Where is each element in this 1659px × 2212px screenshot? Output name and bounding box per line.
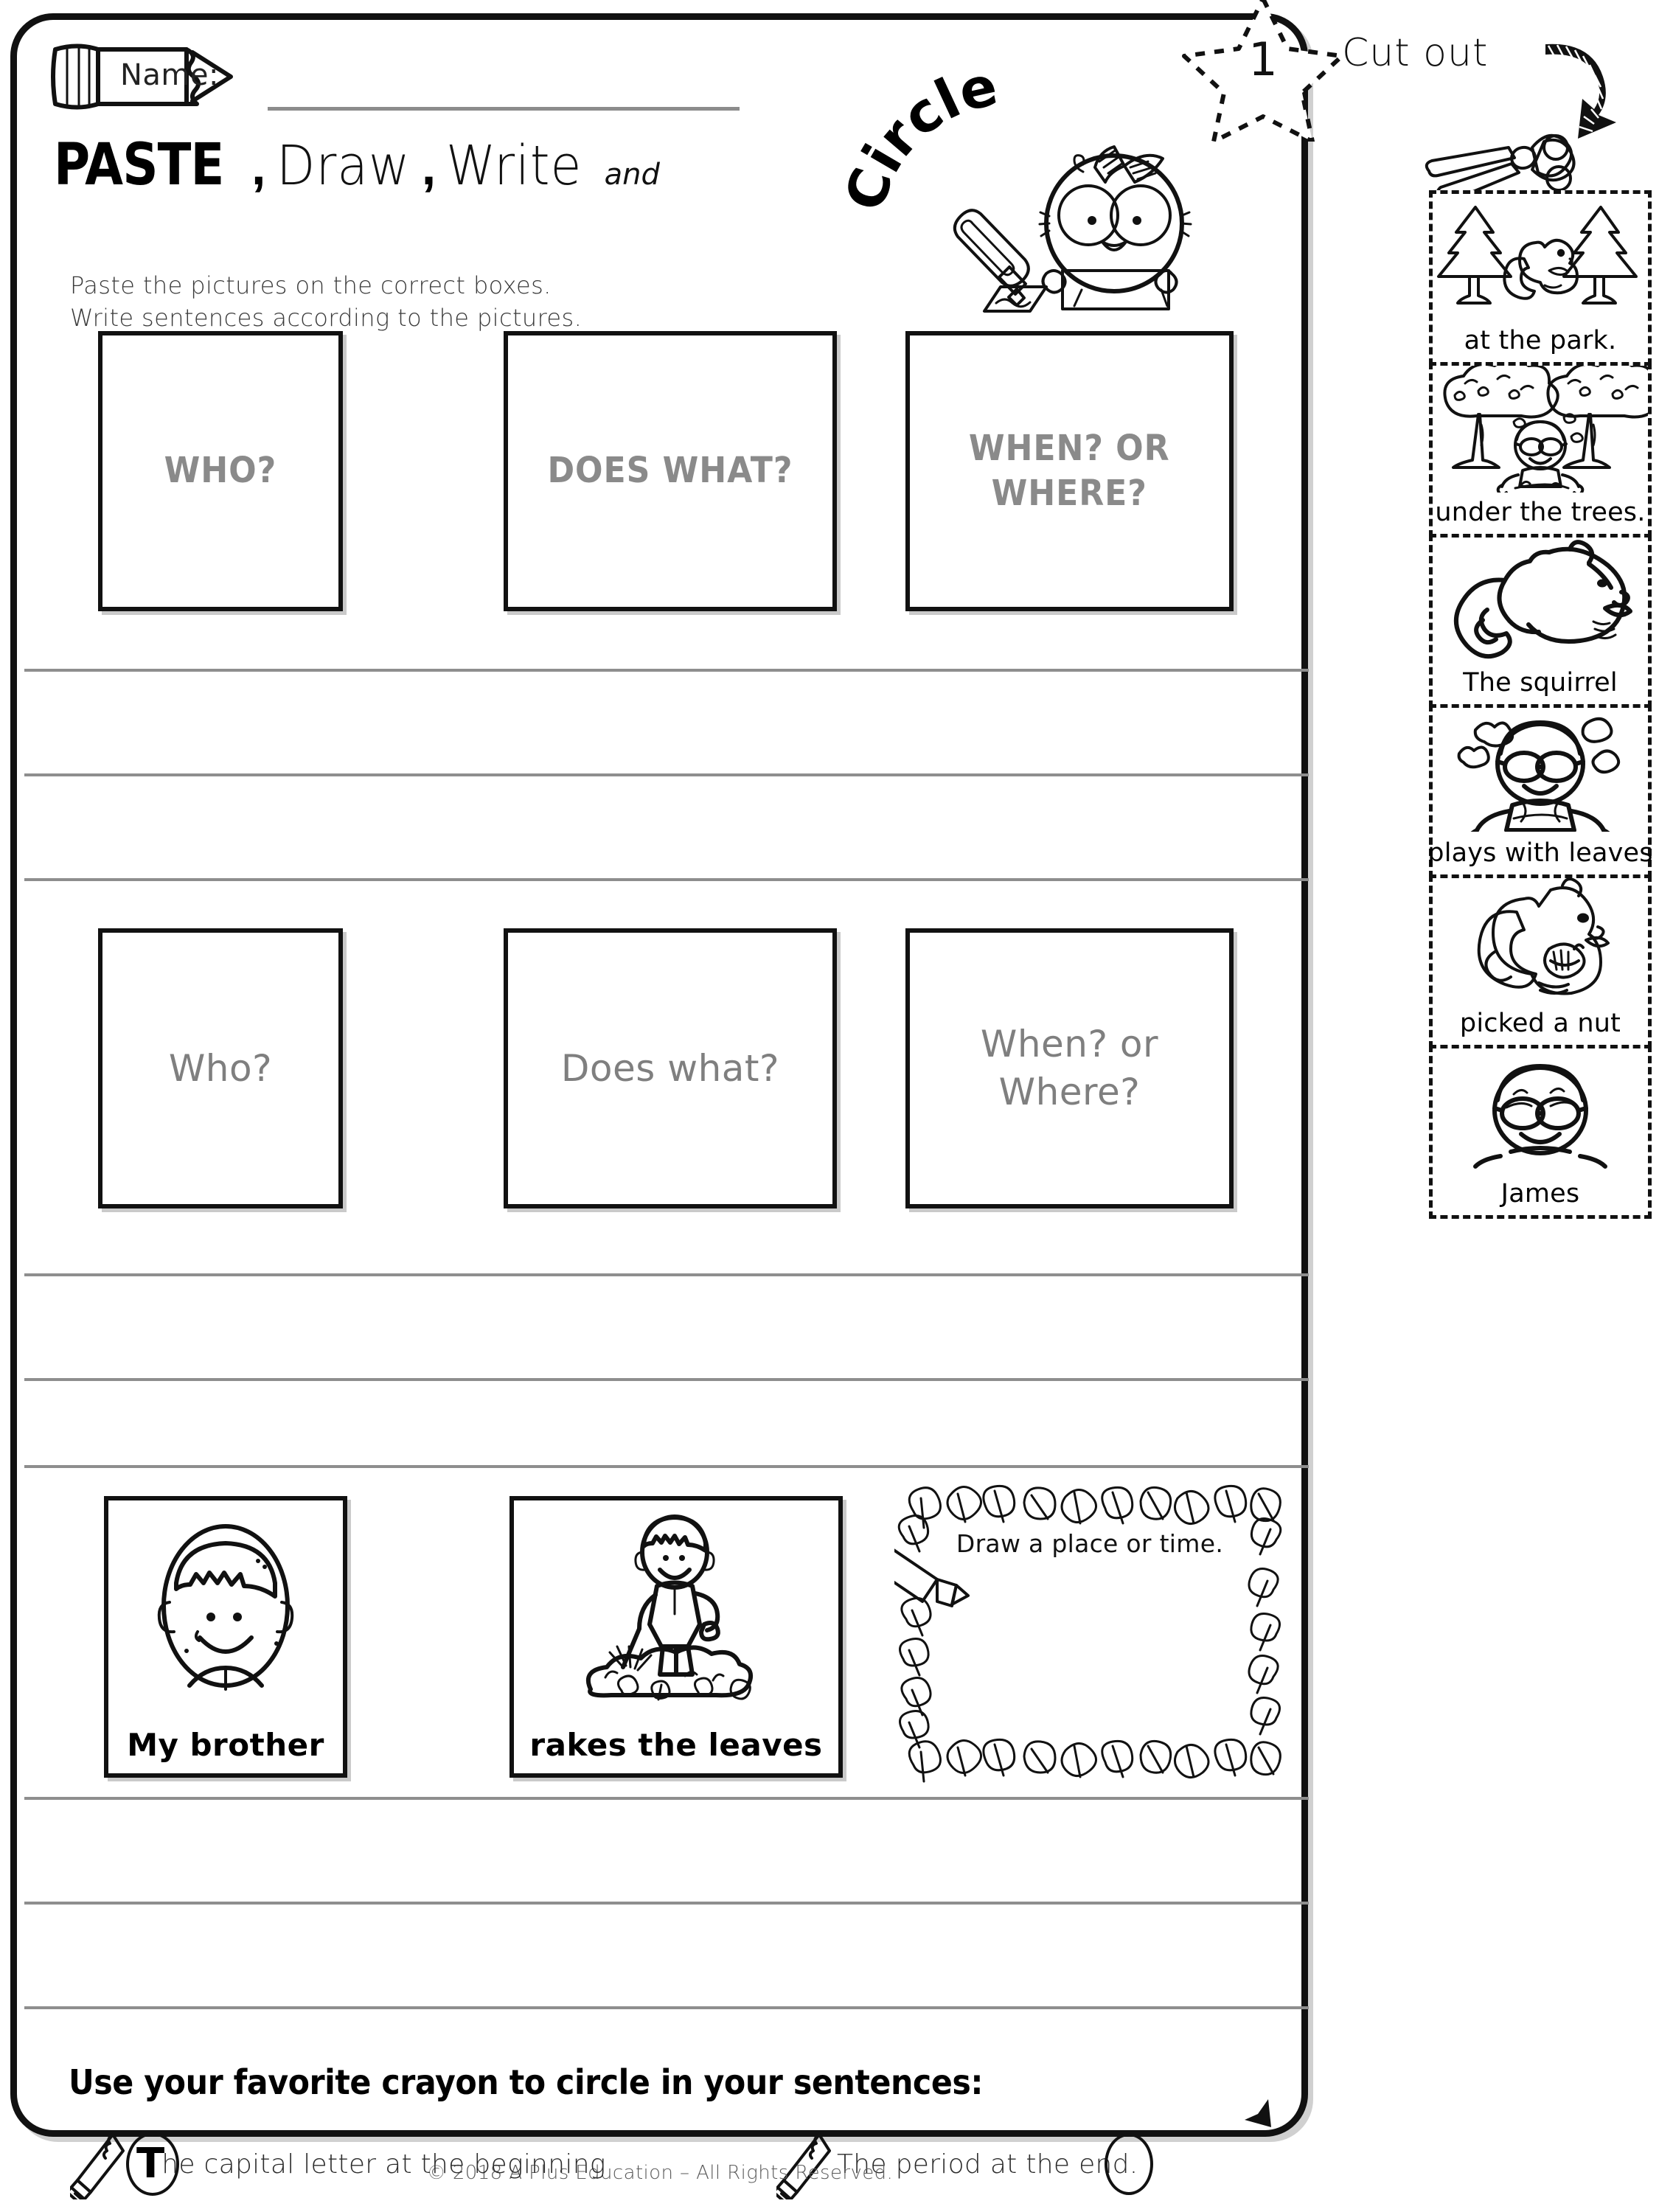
cut-out-sidebar: Cut out at the park. under the trees. Th… (1320, 0, 1659, 2212)
circled-capital-letter: T (136, 2140, 165, 2188)
prompt-label: When? or Where? (980, 1023, 1159, 1113)
cut-card-the-squirrel[interactable]: The squirrel (1429, 534, 1652, 708)
prompt-label: WHEN? OR WHERE? (969, 427, 1170, 514)
cut-card-caption: James (1500, 1179, 1580, 1208)
cut-card-caption: under the trees. (1435, 498, 1646, 527)
write-line (24, 773, 1309, 776)
cut-card-caption: plays with leaves (1427, 838, 1653, 868)
prompt-box-who-mixed[interactable]: Who? (98, 928, 343, 1208)
prompt-box-whenwhere-upper[interactable]: WHEN? OR WHERE? (905, 331, 1234, 611)
page-title: PASTE , Draw , Write and (54, 132, 660, 198)
boy-face-illustration (108, 1506, 343, 1713)
prompt-box-whenwhere-mixed[interactable]: When? or Where? (905, 928, 1234, 1208)
write-line (24, 878, 1309, 881)
cut-card-james[interactable]: James (1429, 1045, 1652, 1219)
name-label: Name: (120, 58, 219, 92)
example-caption: My brother (127, 1727, 324, 1763)
cut-out-label: Cut out (1342, 31, 1489, 75)
worksheet-main-card: Name: PASTE , Draw , Write and Circle Pa… (10, 13, 1309, 2199)
cut-card-caption: The squirrel (1463, 668, 1618, 698)
write-line (24, 1902, 1309, 1905)
owl-icon (1038, 145, 1192, 310)
example-box-subject[interactable]: My brother (104, 1496, 347, 1778)
draw-box-label: Draw a place or time. (956, 1529, 1224, 1558)
squirrel-with-nut-illustration (1433, 878, 1648, 1009)
instruction-line-1: Paste the pictures on the correct boxes. (70, 271, 552, 299)
prompt-box-doeswhat-mixed[interactable]: Does what? (504, 928, 837, 1208)
trees-and-boy-illustration (1433, 366, 1648, 498)
prompt-label: Does what? (560, 1046, 780, 1090)
cut-card-caption: at the park. (1464, 326, 1617, 355)
cut-card-picked-a-nut[interactable]: picked a nut (1429, 874, 1652, 1048)
boy-playing-leaves-illustration (1433, 708, 1648, 838)
title-word-and: and (604, 158, 660, 192)
write-line (24, 2006, 1309, 2009)
trees-and-squirrel-illustration (1433, 194, 1648, 326)
example-caption: rakes the leaves (529, 1727, 823, 1763)
title-word-write: Write (446, 134, 582, 198)
boy-face-with-glasses-illustration (1433, 1048, 1648, 1179)
cut-card-at-the-park[interactable]: at the park. (1429, 190, 1652, 366)
write-line (24, 1378, 1309, 1381)
instruction-line-2: Write sentences according to the picture… (70, 304, 582, 333)
prompt-box-who-upper[interactable]: WHO? (98, 331, 343, 611)
prompt-box-doeswhat-upper[interactable]: DOES WHAT? (504, 331, 837, 611)
example-box-verb[interactable]: rakes the leaves (509, 1496, 843, 1778)
bottom-instruction-heading: Use your favorite crayon to circle in yo… (69, 2062, 984, 2102)
write-line (24, 1273, 1309, 1276)
crayon-check-capital: T he capital letter at the beginning (70, 2129, 606, 2199)
name-field-pencil: Name: (48, 36, 269, 117)
instructions: Paste the pictures on the correct boxes.… (70, 269, 582, 334)
write-line (24, 669, 1309, 672)
title-word-paste: PASTE (54, 132, 224, 198)
capital-rule-text: he capital letter at the beginning (161, 2149, 606, 2180)
boy-raking-leaves-illustration (514, 1506, 838, 1713)
prompt-label: WHO? (164, 450, 277, 492)
cut-card-plays-with-leaves[interactable]: plays with leaves (1427, 704, 1653, 878)
write-line (24, 1797, 1309, 1800)
cut-card-under-the-trees[interactable]: under the trees. (1429, 362, 1652, 538)
draw-box-leaf-frame[interactable]: Draw a place or time. (894, 1484, 1285, 1793)
write-line (24, 1465, 1309, 1468)
owl-mascot-illustration (902, 129, 1219, 313)
prompt-label: Who? (168, 1046, 273, 1090)
down-arrow-icon (1222, 2067, 1281, 2133)
name-write-line (268, 107, 740, 111)
curved-arrow-icon (1541, 35, 1637, 139)
squirrel-big-illustration (1433, 538, 1648, 668)
worksheet-page: Name: PASTE , Draw , Write and Circle Pa… (0, 0, 1659, 2212)
cut-card-caption: picked a nut (1459, 1009, 1621, 1038)
title-comma-1: , (251, 138, 266, 195)
title-comma-2: , (421, 138, 437, 195)
glue-bottle-icon (953, 209, 1048, 313)
cut-out-card-list: at the park. under the trees. The squirr… (1427, 190, 1653, 1219)
prompt-label: DOES WHAT? (547, 450, 793, 492)
title-word-draw: Draw (276, 134, 410, 198)
